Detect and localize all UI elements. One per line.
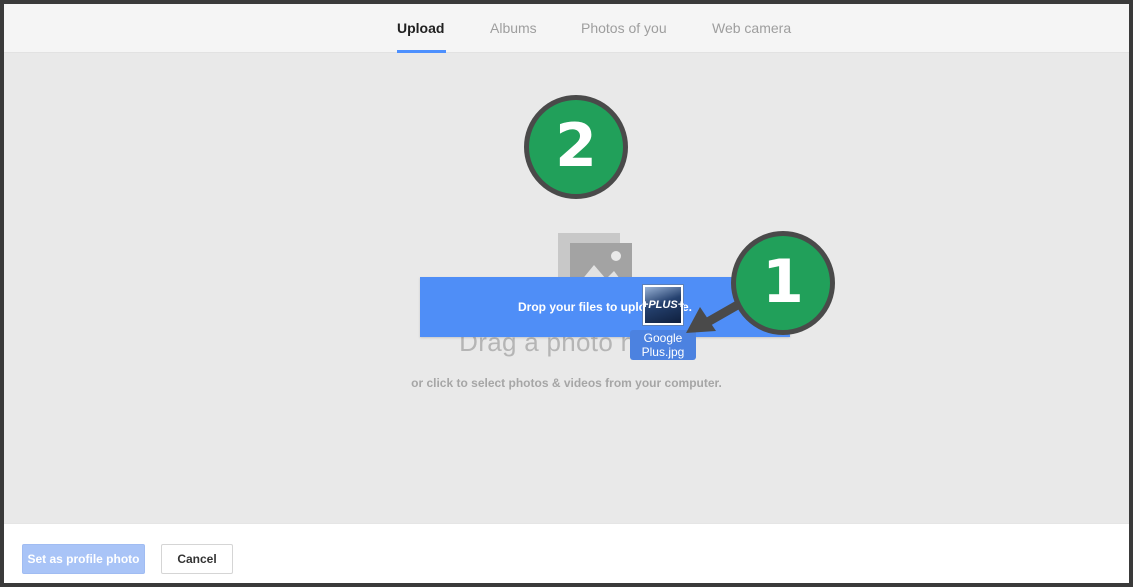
dialog-footer: Set as profile photo Cancel [4,523,1129,583]
profile-photo-dialog: Upload Albums Photos of you Web camera D… [4,4,1129,583]
set-profile-photo-button[interactable]: Set as profile photo [22,544,145,574]
select-files-text[interactable]: or click to select photos & videos from … [4,376,1129,390]
tab-web-camera[interactable]: Web camera [712,4,791,53]
tab-albums[interactable]: Albums [490,4,537,53]
file-thumbnail: +PLUS+ [642,285,684,325]
step-2-badge: 2 [524,95,628,199]
cancel-button[interactable]: Cancel [161,544,233,574]
tab-photos-of-you[interactable]: Photos of you [581,4,667,53]
upload-drop-zone[interactable]: Drag a photo here or click to select pho… [4,53,1129,523]
tab-upload[interactable]: Upload [397,4,444,53]
step-1-badge: 1 [731,231,835,335]
tab-bar: Upload Albums Photos of you Web camera [4,4,1129,53]
